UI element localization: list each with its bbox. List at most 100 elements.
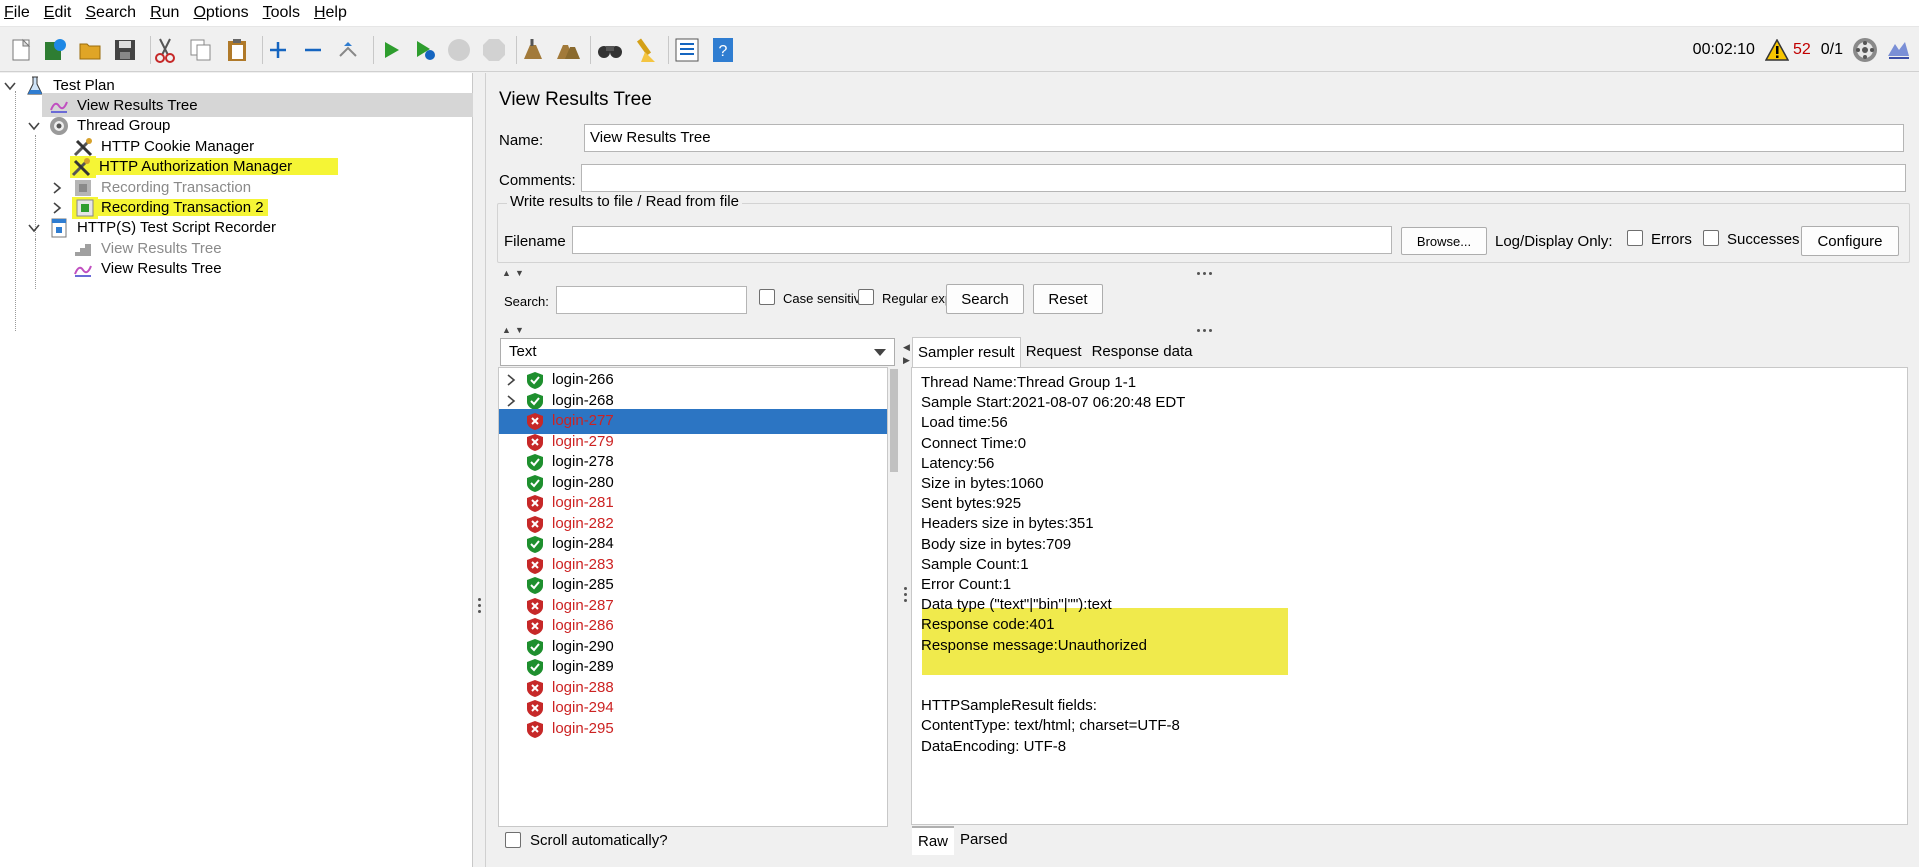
reset-search-icon[interactable]	[630, 35, 660, 65]
search-input[interactable]	[556, 286, 747, 314]
comments-label: Comments:	[499, 172, 576, 189]
divider-grip[interactable]	[1197, 272, 1212, 275]
menu-item-help[interactable]: Help	[314, 4, 347, 22]
svg-text:?: ?	[719, 43, 728, 60]
result-detail-line: Body size in bytes:709	[921, 535, 1072, 553]
successes-checkbox[interactable]	[1703, 230, 1719, 246]
stop-icon[interactable]	[444, 35, 474, 65]
results-detail-splitter[interactable]: ◀ ▶	[900, 337, 911, 867]
chevron-right-icon[interactable]	[505, 394, 517, 407]
fail-shield-icon	[526, 412, 544, 431]
help-icon[interactable]: ?	[708, 35, 738, 65]
collapse-arrows[interactable]: ▲ ▼	[502, 325, 532, 335]
active-threads: 0/1	[1820, 41, 1843, 58]
warning-icon[interactable]	[1764, 39, 1789, 61]
filename-field[interactable]	[572, 226, 1392, 254]
renderer-select[interactable]: Text	[500, 338, 895, 366]
chevron-right-icon[interactable]	[50, 201, 64, 215]
result-detail-line: Data type ("text"|"bin"|""):text	[921, 596, 1112, 614]
open-icon[interactable]	[76, 35, 106, 65]
chevron-down-icon	[874, 349, 886, 356]
tab-sampler-result[interactable]: Sampler result	[912, 337, 1021, 367]
success-shield-icon	[526, 658, 544, 677]
results-scrollbar[interactable]	[888, 367, 900, 827]
toolbar-status: 00:02:10 52 0/1	[1693, 28, 1919, 72]
fail-shield-icon	[526, 494, 544, 513]
logger-icon[interactable]	[1885, 38, 1911, 62]
test-plan-tree: Test Plan View Results Tree Thread Group…	[0, 73, 473, 867]
regular-exp-checkbox[interactable]	[858, 289, 874, 305]
cut-icon[interactable]	[150, 35, 180, 65]
view-mode-tabs: Raw Parsed	[912, 826, 1014, 855]
success-shield-icon	[526, 371, 544, 390]
collapse-arrows[interactable]: ▲ ▼	[502, 268, 532, 278]
tab-request[interactable]: Request	[1021, 337, 1087, 367]
search-icon[interactable]	[595, 35, 625, 65]
new-icon[interactable]	[6, 35, 36, 65]
result-label: login-280	[552, 473, 614, 491]
graph-icon	[72, 258, 94, 280]
menu-item-edit[interactable]: Edit	[44, 4, 72, 22]
expand-all-icon[interactable]	[263, 35, 293, 65]
regular-exp-label: Regular exp.	[882, 291, 956, 306]
toggle-icon[interactable]	[333, 35, 363, 65]
fail-shield-icon	[526, 617, 544, 636]
save-icon[interactable]	[110, 35, 140, 65]
chevron-right-icon[interactable]	[505, 374, 517, 386]
fail-shield-icon	[526, 433, 544, 452]
jmeter-window: File Edit Search Run Options Tools Help	[0, 0, 1919, 867]
chevron-down-icon[interactable]	[3, 79, 17, 93]
clear-icon[interactable]	[518, 35, 548, 65]
start-no-pauses-icon[interactable]	[410, 35, 440, 65]
clear-all-icon[interactable]	[553, 35, 583, 65]
browse-button[interactable]: Browse...	[1401, 227, 1487, 255]
log-display-only-label: Log/Display Only:	[1495, 233, 1613, 250]
errors-label: Errors	[1651, 231, 1692, 248]
tab-response-data[interactable]: Response data	[1087, 337, 1198, 367]
result-row[interactable]: login-295	[499, 717, 887, 742]
start-icon[interactable]	[376, 35, 406, 65]
chevron-down-icon[interactable]	[27, 221, 41, 235]
result-detail-line: ContentType: text/html; charset=UTF-8	[921, 717, 1180, 735]
case-sensitive-checkbox[interactable]	[759, 289, 775, 305]
result-label: login-294	[552, 699, 614, 716]
menu-item-options[interactable]: Options	[193, 4, 248, 22]
fail-shield-icon	[526, 597, 544, 616]
success-shield-icon	[526, 453, 544, 472]
result-label: login-295	[552, 719, 614, 737]
result-label: login-287	[552, 596, 614, 614]
result-detail-line: Connect Time:0	[921, 434, 1027, 452]
result-detail-line: Latency:56	[921, 454, 995, 472]
templates-icon[interactable]	[40, 35, 70, 65]
result-label: login-268	[552, 391, 614, 409]
reset-button[interactable]: Reset	[1033, 284, 1103, 314]
shutdown-icon[interactable]	[479, 35, 509, 65]
search-button[interactable]: Search	[946, 284, 1024, 314]
paste-icon[interactable]	[222, 35, 252, 65]
comments-field[interactable]	[581, 164, 1906, 192]
result-label: login-289	[552, 658, 614, 675]
result-detail-line: Sample Start:2021-08-07 06:20:48 EDT	[921, 394, 1186, 412]
tab-parsed[interactable]: Parsed	[954, 826, 1014, 855]
copy-icon[interactable]	[186, 35, 216, 65]
chevron-down-icon[interactable]	[27, 119, 41, 133]
menu-item-file[interactable]: File	[4, 4, 30, 22]
menu-item-run[interactable]: Run	[150, 4, 179, 22]
chevron-right-icon[interactable]	[50, 181, 64, 195]
configure-button[interactable]: Configure	[1801, 226, 1899, 256]
collapse-all-icon[interactable]	[298, 35, 328, 65]
elapsed-time: 00:02:10	[1692, 41, 1755, 58]
name-field[interactable]: View Results Tree	[584, 124, 1904, 152]
menu-item-search[interactable]: Search	[85, 4, 136, 22]
scroll-auto-checkbox[interactable]	[505, 832, 521, 848]
function-helper-icon[interactable]	[672, 35, 702, 65]
menu-item-tools[interactable]: Tools	[263, 4, 300, 22]
fail-shield-icon	[526, 699, 544, 718]
errors-checkbox[interactable]	[1627, 230, 1643, 246]
tree-node-view-results-tree[interactable]: View Results Tree	[72, 256, 473, 281]
result-label: login-284	[552, 535, 614, 552]
result-label: login-281	[552, 494, 614, 511]
main-splitter[interactable]	[474, 73, 486, 867]
divider-grip[interactable]	[1197, 329, 1212, 332]
tab-raw[interactable]: Raw	[912, 826, 955, 855]
